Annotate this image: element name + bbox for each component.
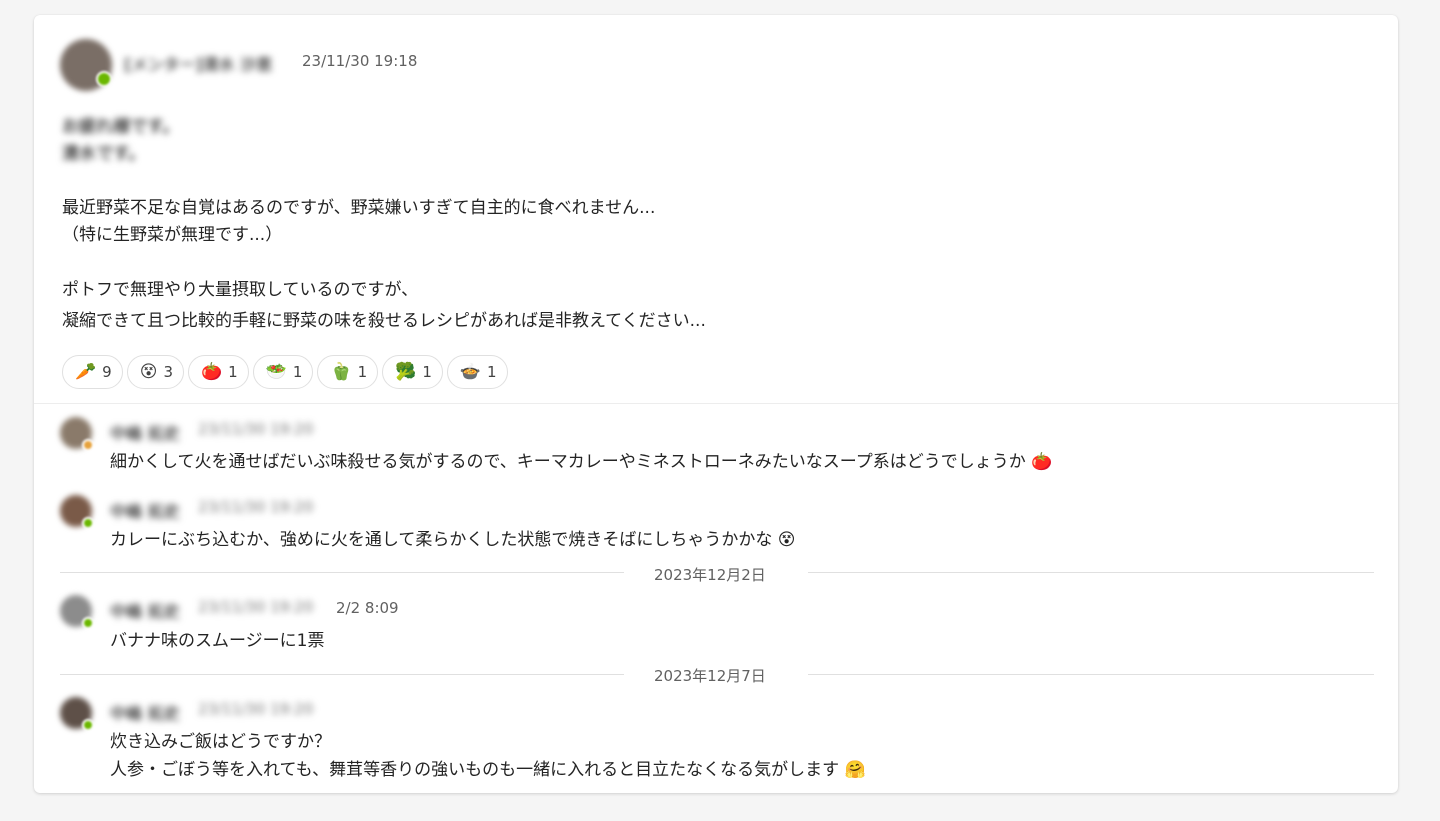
reaction-dizzy-face[interactable]: 😵 3 [126,355,184,389]
post-greeting-line-1: お疲れ様です。 [62,117,180,137]
reply-edited-timestamp: 2/2 8:09 [336,599,399,617]
reaction-count: 9 [102,363,112,381]
reply-timestamp: 23/11/30 19:20 [198,498,314,516]
reaction-carrot[interactable]: 🥕 9 [62,355,123,389]
reaction-count: 1 [228,363,238,381]
dizzy-face-emoji-icon: 😵 [139,361,158,382]
tomato-emoji-icon: 🍅 [1031,452,1053,472]
reply-timestamp: 23/11/30 19:20 [198,598,314,616]
reply-text-line-1: 炊き込みご飯はどうですか？ [110,732,331,752]
reaction-count: 3 [163,363,173,381]
stew-emoji-icon: 🍲 [459,361,482,382]
reply-text-content: 人参・ごぼう等を入れても、舞茸等香りの強いものも一緒に入れると目立たなくなる気が… [110,760,840,780]
reply-author-name[interactable]: 中嶋 拓史 [110,598,180,622]
carrot-emoji-icon: 🥕 [75,361,97,382]
presence-indicator [82,439,94,451]
salad-emoji-icon: 🥗 [265,361,287,382]
date-divider-label: 2023年12月7日 [654,667,766,685]
reply-text: カレーにぶち込むか、強めに火を通して柔らかくした状態で焼きそばにしちゃうかかな … [110,525,795,550]
reply-author-name[interactable]: 中嶋 拓史 [110,700,180,724]
reply-text: 細かくして火を通せばだいぶ味殺せる気がするので、キーマカレーやミネストローネみた… [110,447,1052,472]
date-divider-line [808,674,1374,675]
reply-timestamp: 23/11/30 19:20 [198,420,314,438]
date-divider-line [60,674,624,675]
reaction-count: 1 [357,363,368,381]
post-body-line-1: 最近野菜不足な自覚はあるのですが、野菜嫌いすぎて自主的に食べれません... [62,198,656,218]
date-divider-line [60,572,624,573]
reply-text-content: 細かくして火を通せばだいぶ味殺せる気がするので、キーマカレーやミネストローネみた… [110,452,1026,472]
date-divider-line [808,572,1374,573]
post-timestamp: 23/11/30 19:18 [302,52,418,70]
post-body-line-4: 凝縮できて且つ比較的手軽に野菜の味を殺せるレシピがあれば是非教えてください... [62,311,706,331]
presence-indicator [82,617,94,629]
reaction-count: 1 [422,363,432,381]
broccoli-emoji-icon: 🥦 [395,361,417,382]
reply-author-name[interactable]: 中嶋 拓史 [110,420,180,444]
bell-pepper-emoji-icon: 🫑 [330,361,352,382]
dizzy-face-emoji-icon: 😵 [777,530,796,550]
post-greeting-line-2: 清水です。 [62,144,146,164]
message-thread-card: [メンター]清水 沙恵 23/11/30 19:18 お疲れ様です。 清水です。… [34,15,1398,793]
reply-timestamp: 23/11/30 19:20 [198,700,314,718]
hugging-face-emoji-icon: 🤗 [844,760,866,780]
reply-author-name[interactable]: 中嶋 拓史 [110,498,180,522]
tomato-emoji-icon: 🍅 [201,361,223,382]
presence-indicator [96,71,112,87]
reaction-broccoli[interactable]: 🥦 1 [382,355,443,389]
post-replies-separator [34,403,1398,404]
date-divider-label: 2023年12月2日 [654,566,766,584]
reply-text-line-2: 人参・ごぼう等を入れても、舞茸等香りの強いものも一緒に入れると目立たなくなる気が… [110,755,866,780]
post-body-line-2: （特に生野菜が無理です...） [62,225,283,245]
presence-indicator [82,719,94,731]
presence-indicator [82,517,94,529]
reaction-tomato[interactable]: 🍅 1 [188,355,249,389]
reply-text-content: カレーにぶち込むか、強めに火を通して柔らかくした状態で焼きそばにしちゃうかかな [110,530,773,550]
reaction-bell-pepper[interactable]: 🫑 1 [317,355,379,389]
reaction-count: 1 [487,363,497,381]
reply-text: バナナ味のスムージーに1票 [110,631,325,651]
post-body-line-3: ポトフで無理やり大量摂取しているのですが、 [62,280,419,300]
reactions-bar: 🥕 9 😵 3 🍅 1 🥗 1 🫑 1 🥦 1 🍲 1 [62,355,508,389]
reaction-count: 1 [292,363,303,381]
reaction-salad[interactable]: 🥗 1 [252,355,314,389]
post-author-name[interactable]: [メンター]清水 沙恵 [124,51,272,75]
reaction-stew[interactable]: 🍲 1 [446,355,508,389]
